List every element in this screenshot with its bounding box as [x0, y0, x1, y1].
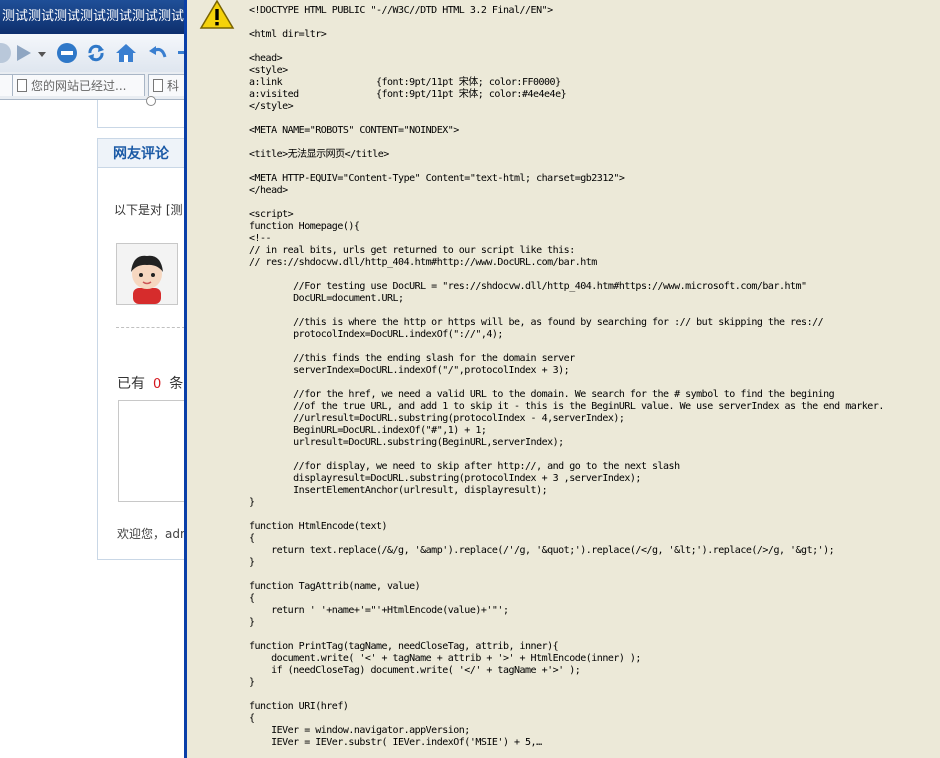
code-line: //this finds the ending slash for the do…: [249, 353, 575, 364]
code-line: //for the href, we need a valid URL to t…: [249, 389, 835, 400]
code-line: <!--: [249, 233, 272, 244]
code-line: }: [249, 617, 255, 628]
code-line: <head>: [249, 53, 283, 64]
previous-card: [97, 96, 184, 128]
code-line: document.write( '<' + tagName + attrib +…: [249, 653, 641, 664]
code-line: a:link {font:9pt/11pt 宋体; color:FF0000}: [249, 77, 561, 88]
comments-panel: 网友评论 以下是对 [测 已有 0条 欢迎您，adm: [97, 138, 184, 560]
code-line: return text.replace(/&/g, '&amp').replac…: [249, 545, 835, 556]
code-line: IEVer = IEVer.substr( IEVer.indexOf('MSI…: [249, 737, 542, 748]
code-line: IEVer = window.navigator.appVersion;: [249, 725, 470, 736]
code-line: //this is where the http or https will b…: [249, 317, 824, 328]
divider: [116, 327, 184, 328]
code-line: </head>: [249, 185, 288, 196]
browser-window: 测试测试测试测试测试测试测试测试测试测试测试 您的网站已经过: [0, 0, 184, 758]
code-line: function PrintTag(tagName, needCloseTag,…: [249, 641, 559, 652]
comments-header: 网友评论: [98, 139, 184, 168]
code-line: <title>无法显示网页</title>: [249, 149, 389, 160]
code-line: }: [249, 677, 255, 688]
code-line: {: [249, 533, 255, 544]
code-line: return ' '+name+'="'+HtmlEncode(value)+'…: [249, 605, 509, 616]
count-suffix: 条: [169, 376, 184, 392]
code-line: //urlresult=DocURL.substring(protocolInd…: [249, 413, 625, 424]
code-line: function TagAttrib(name, value): [249, 581, 421, 592]
code-line: <META NAME="ROBOTS" CONTENT="NOINDEX">: [249, 125, 459, 136]
code-line: }: [249, 557, 255, 568]
code-line: function Homepage(){: [249, 221, 360, 232]
redo-icon[interactable]: [176, 42, 184, 64]
code-line: // in real bits, urls get returned to ou…: [249, 245, 575, 256]
code-line: if (needCloseTag) document.write( '</' +…: [249, 665, 581, 676]
count-prefix: 已有: [117, 376, 145, 392]
stop-icon[interactable]: [56, 42, 78, 64]
error-source-code: <!DOCTYPE HTML PUBLIC "-//W3C//DTD HTML …: [249, 5, 884, 749]
code-line: {: [249, 713, 255, 724]
error-dialog: <!DOCTYPE HTML PUBLIC "-//W3C//DTD HTML …: [184, 0, 940, 758]
code-line: // res://shdocvw.dll/http_404.htm#http:/…: [249, 257, 597, 268]
code-line: function HtmlEncode(text): [249, 521, 388, 532]
code-line: //for display, we need to skip after htt…: [249, 461, 680, 472]
undo-icon[interactable]: [147, 42, 169, 64]
avatar: [116, 243, 178, 305]
code-line: function URI(href): [249, 701, 349, 712]
code-line: a:visited {font:9pt/11pt 宋体; color:#4e4e…: [249, 89, 567, 100]
code-line: </style>: [249, 101, 294, 112]
welcome-text: 欢迎您，adm: [117, 527, 184, 541]
code-line: <script>: [249, 209, 294, 220]
comment-textarea[interactable]: [118, 400, 184, 502]
radio-circle[interactable]: [146, 96, 156, 106]
code-line: DocURL=document.URL;: [249, 293, 404, 304]
tab-label: 科: [167, 79, 180, 93]
page-icon: [17, 79, 27, 92]
warning-icon: [199, 0, 235, 30]
count-value: 0: [153, 377, 162, 392]
back-icon[interactable]: [0, 42, 12, 64]
page-icon: [153, 79, 163, 92]
code-line: //For testing use DocURL = "res://shdocv…: [249, 281, 807, 292]
tab-bar: 您的网站已经过... 科: [0, 72, 184, 100]
chevron-down-icon[interactable]: [37, 42, 47, 64]
code-line: //of the true URL, and add 1 to skip it …: [249, 401, 884, 412]
tab-second[interactable]: 科: [148, 74, 184, 96]
code-line: <!DOCTYPE HTML PUBLIC "-//W3C//DTD HTML …: [249, 5, 553, 16]
refresh-icon[interactable]: [85, 42, 107, 64]
code-line: <META HTTP-EQUIV="Content-Type" Content=…: [249, 173, 625, 184]
code-line: <html dir=ltr>: [249, 29, 327, 40]
forward-icon[interactable]: [13, 42, 35, 64]
home-icon[interactable]: [115, 42, 137, 64]
code-line: {: [249, 593, 255, 604]
window-title: 测试测试测试测试测试测试测试测试测试测试测试: [0, 0, 184, 34]
code-line: }: [249, 497, 255, 508]
comments-intro: 以下是对 [测: [114, 203, 183, 217]
browser-toolbar: [0, 34, 184, 73]
page-content: 网友评论 以下是对 [测 已有 0条 欢迎您，adm: [0, 96, 184, 758]
code-line: InsertElementAnchor(urlresult, displayre…: [249, 485, 548, 496]
comment-count: 已有 0 条: [117, 373, 183, 393]
tab-label: 您的网站已经过...: [31, 79, 127, 93]
code-line: displayresult=DocURL.substring(protocolI…: [249, 473, 641, 484]
code-line: <style>: [249, 65, 288, 76]
comments-title: 网友评论: [113, 146, 169, 162]
code-line: protocolIndex=DocURL.indexOf("://",4);: [249, 329, 503, 340]
code-line: BeginURL=DocURL.indexOf("#",1) + 1;: [249, 425, 487, 436]
code-line: urlresult=DocURL.substring(BeginURL,serv…: [249, 437, 564, 448]
code-line: serverIndex=DocURL.indexOf("/",protocolI…: [249, 365, 570, 376]
tab-site-verified[interactable]: 您的网站已经过...: [12, 74, 145, 96]
